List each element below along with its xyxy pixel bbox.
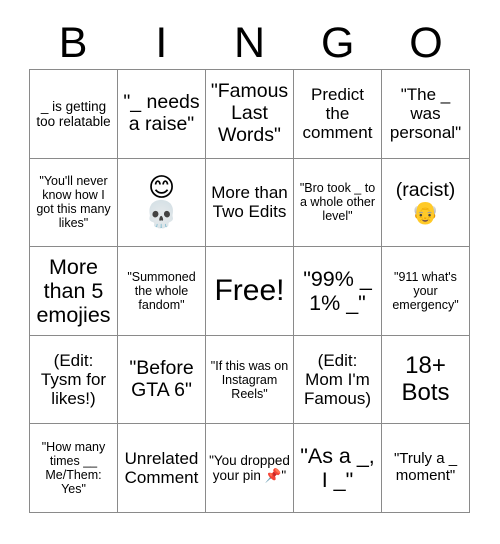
bingo-cell-text: "Truly a _ moment" xyxy=(393,450,458,485)
bingo-cell-o1[interactable]: "The _ was personal" xyxy=(382,70,470,159)
bingo-cell-text-with-pushpin-icon: "You dropped your pin 📌" xyxy=(209,453,290,484)
bingo-cell-text: (racist) xyxy=(395,178,456,201)
bingo-cell-i5[interactable]: Unrelated Comment xyxy=(118,424,206,513)
bingo-cell-text: "Before GTA 6" xyxy=(129,356,194,401)
bingo-cell-n2[interactable]: More than Two Edits xyxy=(206,158,294,248)
bingo-cell-text: Predict the comment xyxy=(302,85,373,143)
bingo-cell-text: "911 what's your emergency" xyxy=(392,269,459,312)
bingo-cell-text: "Bro took _ to a whole other level" xyxy=(299,181,376,224)
bingo-cell-o3[interactable]: "911 what's your emergency" xyxy=(382,247,470,336)
bingo-cell-text: "As a _, I _" xyxy=(300,444,375,493)
bingo-cell-text: "99% _ 1% _" xyxy=(303,266,372,315)
bingo-cell-text: "How many times __ Me/Them: Yes" xyxy=(41,440,106,497)
bingo-cell-text: More than 5 emojies xyxy=(36,254,111,328)
bingo-cell-b5[interactable]: "How many times __ Me/Them: Yes" xyxy=(30,424,118,513)
bingo-cell-g1[interactable]: Predict the comment xyxy=(294,70,382,159)
bingo-cell-text: "Famous Last Words" xyxy=(210,80,289,146)
bingo-cell-b4[interactable]: (Edit: Tysm for likes!) xyxy=(30,335,118,425)
bingo-cell-text: _ is getting too relatable xyxy=(36,98,111,129)
bingo-cell-text: "You'll never know how I got this many l… xyxy=(36,174,111,231)
bingo-cell-text: More than Two Edits xyxy=(211,183,288,222)
bingo-cell-g4[interactable]: (Edit: Mom I'm Famous) xyxy=(294,335,382,425)
bingo-header-letter-g: G xyxy=(320,18,355,67)
smiling-face-skull-emoji: 😊 💀 xyxy=(145,173,178,231)
bingo-cell-i1[interactable]: "_ needs a raise" xyxy=(118,70,206,159)
bingo-cell-free-space[interactable]: Free! xyxy=(206,247,294,336)
bingo-cell-o2[interactable]: (racist) 👴 xyxy=(382,158,470,248)
bingo-header-letter-i: I xyxy=(155,18,168,67)
bingo-cell-n5[interactable]: "You dropped your pin 📌" xyxy=(206,424,294,513)
bingo-cell-b1[interactable]: _ is getting too relatable xyxy=(30,70,118,159)
bingo-cell-text: "Summoned the whole fandom" xyxy=(127,269,196,312)
bingo-cell-i2[interactable]: 😊 💀 xyxy=(118,158,206,248)
bingo-header-letter-o: O xyxy=(409,18,443,67)
bingo-cell-text: (Edit: Mom I'm Famous) xyxy=(303,351,372,409)
bingo-cell-g5[interactable]: "As a _, I _" xyxy=(294,424,382,513)
bingo-header-row: B I N G O xyxy=(29,18,470,68)
bingo-cell-b2[interactable]: "You'll never know how I got this many l… xyxy=(30,158,118,248)
bingo-cell-o4[interactable]: 18+ Bots xyxy=(382,335,470,425)
bingo-card: B I N G O _ is getting too relatable "_ … xyxy=(0,0,500,544)
bingo-cell-o5[interactable]: "Truly a _ moment" xyxy=(382,424,470,513)
bingo-cell-g3[interactable]: "99% _ 1% _" xyxy=(294,247,382,336)
bingo-cell-text: (Edit: Tysm for likes!) xyxy=(40,351,107,409)
bingo-grid: _ is getting too relatable "_ needs a ra… xyxy=(29,69,470,513)
bingo-cell-n1[interactable]: "Famous Last Words" xyxy=(206,70,294,159)
bingo-cell-text: Unrelated Comment xyxy=(124,449,199,488)
bingo-header-letter-n: N xyxy=(233,18,266,67)
bingo-header-letter-b: B xyxy=(58,18,88,67)
bingo-cell-text: 18+ Bots xyxy=(401,351,450,406)
bingo-cell-text: "_ needs a raise" xyxy=(123,90,200,135)
bingo-cell-g2[interactable]: "Bro took _ to a whole other level" xyxy=(294,158,382,248)
older-person-emoji: 👴 xyxy=(411,200,440,226)
bingo-cell-i3[interactable]: "Summoned the whole fandom" xyxy=(118,247,206,336)
bingo-cell-n4[interactable]: "If this was on Instagram Reels" xyxy=(206,335,294,425)
bingo-cell-text: "The _ was personal" xyxy=(389,85,462,143)
bingo-cell-b3[interactable]: More than 5 emojies xyxy=(30,247,118,336)
bingo-cell-text: Free! xyxy=(214,274,285,308)
bingo-cell-i4[interactable]: "Before GTA 6" xyxy=(118,335,206,425)
bingo-cell-text: "If this was on Instagram Reels" xyxy=(210,358,289,401)
